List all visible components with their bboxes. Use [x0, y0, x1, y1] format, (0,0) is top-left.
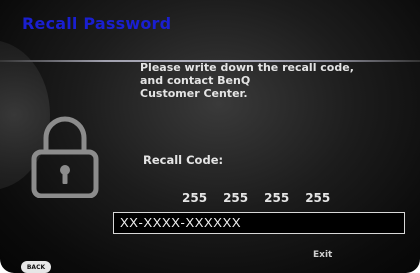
message-line: Please write down the recall code,: [140, 61, 354, 74]
recall-code-value: 255: [305, 191, 331, 205]
recall-code-value: 255: [223, 191, 249, 205]
recall-code-label: Recall Code:: [143, 153, 224, 167]
code-display-field: XX-XXXX-XXXXXX: [113, 212, 405, 234]
instruction-message: Please write down the recall code, and c…: [140, 61, 380, 100]
dialog-title: Recall Password: [22, 14, 172, 33]
recall-code-value: 255: [182, 191, 208, 205]
message-line: and contact BenQ: [140, 74, 251, 87]
recall-password-dialog: Recall Password Please write down the re…: [0, 0, 420, 273]
message-line: Customer Center.: [140, 87, 248, 100]
recall-code-value: 255: [264, 191, 290, 205]
padlock-icon: [31, 116, 99, 198]
recall-code-values: 255 255 255 255: [182, 191, 330, 207]
back-button[interactable]: BACK: [21, 261, 51, 273]
exit-button[interactable]: Exit: [313, 250, 332, 260]
title-bar: Recall Password: [0, 0, 420, 59]
